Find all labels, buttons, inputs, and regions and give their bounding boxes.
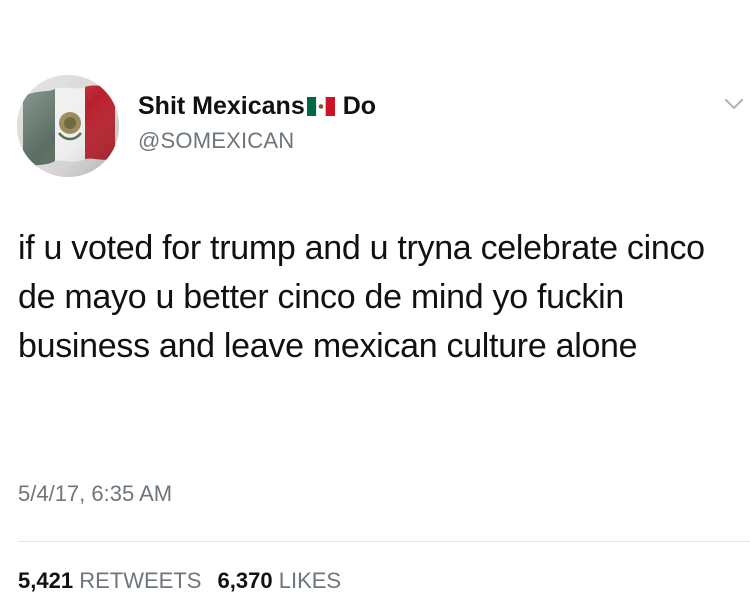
chevron-down-icon[interactable] [723, 96, 745, 112]
author-name-part1: Shit Mexicans [138, 92, 305, 120]
retweets-count: 5,421 [18, 568, 74, 593]
author-name-part2: Do [342, 92, 377, 120]
tweet-text: if u voted for trump and u tryna celebra… [18, 229, 705, 365]
tweet-card: Shit Mexicans Do @SOMEXICAN if u voted f… [0, 0, 750, 605]
likes-stat[interactable]: 6,370 LIKES [218, 568, 342, 593]
author-name[interactable]: Shit Mexicans Do [138, 92, 376, 121]
avatar[interactable] [17, 75, 119, 177]
likes-label: LIKES [278, 568, 342, 593]
retweets-label: RETWEETS [79, 568, 202, 593]
retweets-stat[interactable]: 5,421 RETWEETS [18, 568, 208, 593]
author-handle[interactable]: @SOMEXICAN [138, 128, 294, 154]
likes-count: 6,370 [217, 568, 273, 593]
tweet-stats: 5,421 RETWEETS 6,370 LIKES [18, 568, 351, 594]
mexico-flag-avatar-icon [17, 75, 119, 177]
mexico-flag-icon [306, 97, 335, 116]
tweet-timestamp[interactable]: 5/4/17, 6:35 AM [18, 481, 172, 507]
divider [18, 541, 750, 542]
